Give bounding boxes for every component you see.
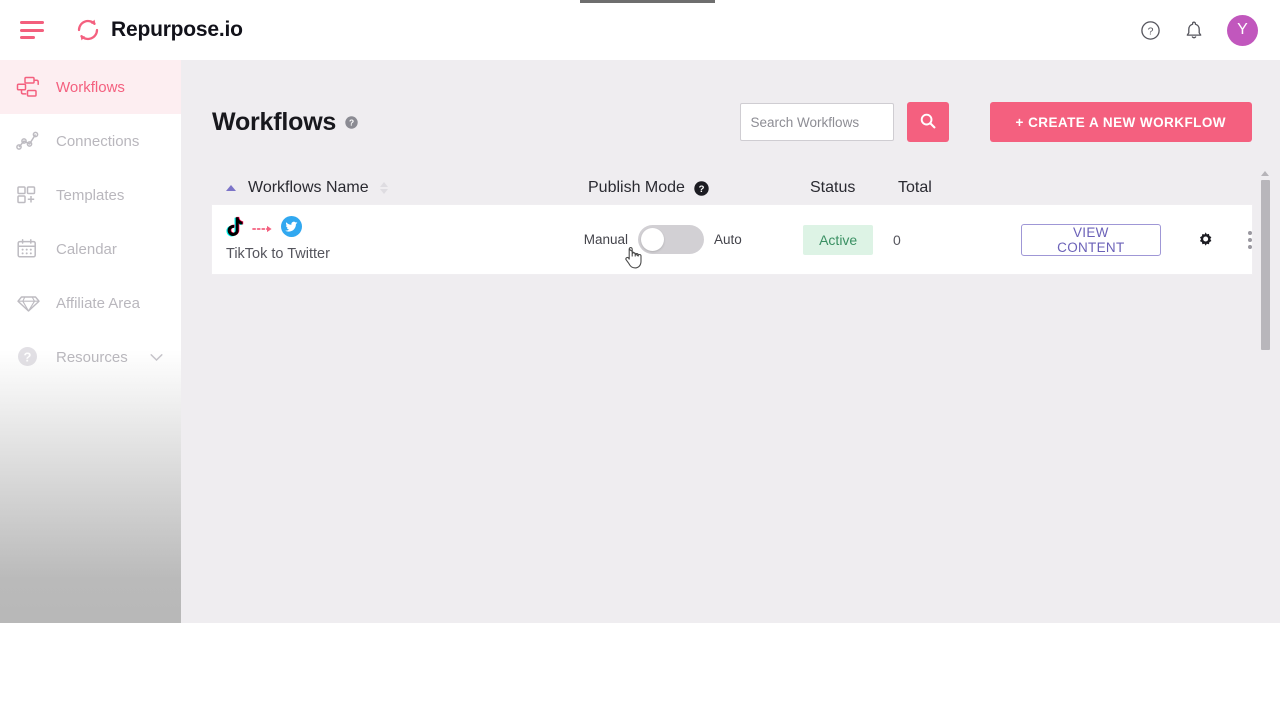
page-title: Workflows: [212, 107, 337, 136]
question-circle-icon: ?: [16, 344, 46, 370]
column-header-label: Workflows Name: [248, 179, 369, 196]
scrollbar-thumb[interactable]: [1260, 180, 1270, 350]
sidebar-item-label: Workflows: [56, 78, 125, 96]
sidebar-item-label: Resources: [56, 348, 128, 366]
scroll-up-arrow-icon[interactable]: [1261, 171, 1269, 176]
topbar-actions: ? Y: [1140, 14, 1258, 46]
top-bar: Repurpose.io ? Y: [0, 0, 1280, 60]
gear-icon[interactable]: [1197, 231, 1214, 248]
publish-mode-auto-label: Auto: [714, 232, 742, 247]
publish-mode-toggle[interactable]: [638, 225, 704, 254]
column-header-publish-mode[interactable]: Publish Mode ?: [588, 179, 810, 197]
sidebar-item-resources[interactable]: ? Resources: [0, 330, 181, 384]
workflows-icon: [16, 74, 46, 100]
workflow-platforms: [226, 216, 584, 243]
avatar-initial: Y: [1237, 21, 1248, 38]
svg-text:?: ?: [24, 349, 32, 364]
column-header-workflows-name[interactable]: Workflows Name: [212, 179, 588, 197]
help-circle-filled-icon[interactable]: ?: [694, 180, 709, 196]
view-content-button[interactable]: VIEW CONTENT: [1020, 223, 1161, 256]
column-header-label: Publish Mode: [588, 179, 685, 196]
diamond-icon: [16, 290, 46, 316]
sidebar-item-label: Templates: [56, 186, 125, 204]
tiktok-icon: [226, 216, 245, 243]
svg-text:?: ?: [699, 184, 705, 195]
workflows-table: Workflows Name Publish Mode ? Status Tot…: [181, 171, 1280, 350]
sidebar-item-label: Affiliate Area: [56, 294, 140, 312]
search-button[interactable]: [906, 102, 949, 142]
search-icon: [920, 113, 936, 132]
publish-mode-manual-label: Manual: [583, 232, 628, 247]
svg-text:?: ?: [1148, 25, 1154, 37]
help-circle-icon[interactable]: ?: [1140, 20, 1161, 41]
cell-total: 0: [893, 231, 901, 248]
status-badge: Active: [803, 224, 874, 255]
sidebar-item-affiliate-area[interactable]: Affiliate Area: [0, 276, 181, 330]
create-new-workflow-button[interactable]: + CREATE A NEW WORKFLOW: [989, 102, 1252, 142]
templates-icon: [16, 182, 46, 208]
sort-ascending-icon[interactable]: [226, 185, 236, 191]
kebab-menu-icon[interactable]: [1248, 230, 1252, 249]
dotted-arrow-icon: [252, 224, 274, 234]
page-header: Workflows ? + CREATE A NEW: [181, 60, 1280, 142]
repurpose-refresh-logo: [74, 16, 102, 44]
sidebar-item-label: Calendar: [56, 240, 117, 258]
calendar-icon: [16, 236, 46, 262]
cell-publish-mode: Manual Auto: [583, 225, 803, 269]
cell-status: Active: [803, 224, 890, 255]
brand-name: Repurpose.io: [111, 18, 243, 41]
column-header-status[interactable]: Status: [810, 179, 898, 197]
chevron-down-icon[interactable]: [150, 349, 163, 366]
search-input[interactable]: [739, 103, 894, 141]
twitter-icon: [281, 216, 302, 242]
app-window: Repurpose.io ? Y Workflows Connections T…: [0, 0, 1280, 623]
hamburger-icon[interactable]: [20, 21, 46, 39]
bell-icon[interactable]: [1184, 20, 1204, 41]
sidebar: Workflows Connections Templates Calendar…: [0, 60, 181, 623]
sidebar-item-connections[interactable]: Connections: [0, 114, 181, 168]
main-content: Workflows ? + CREATE A NEW: [181, 60, 1280, 623]
table-row[interactable]: TikTok to Twitter Manual Auto Active 0 V…: [212, 205, 1252, 274]
svg-text:?: ?: [349, 118, 354, 128]
column-header-total[interactable]: Total: [898, 179, 1018, 197]
top-progress-sliver: [580, 0, 715, 3]
workflow-name-label: TikTok to Twitter: [226, 246, 330, 262]
sidebar-item-templates[interactable]: Templates: [0, 168, 181, 222]
cell-actions: VIEW CONTENT: [1020, 223, 1252, 256]
sidebar-item-label: Connections: [56, 132, 140, 150]
mouse-cursor: [624, 247, 643, 276]
avatar[interactable]: Y: [1227, 14, 1258, 46]
sidebar-item-workflows[interactable]: Workflows: [0, 60, 181, 114]
cell-workflow-name: TikTok to Twitter: [212, 216, 584, 262]
help-circle-icon[interactable]: ?: [345, 116, 358, 134]
connections-icon: [16, 128, 46, 154]
toggle-knob: [641, 228, 664, 251]
table-scrollbar[interactable]: [1258, 171, 1272, 361]
sort-toggle-icon[interactable]: [379, 182, 388, 194]
sidebar-item-calendar[interactable]: Calendar: [0, 222, 181, 276]
header-actions: + CREATE A NEW WORKFLOW: [739, 102, 1252, 142]
table-header-row: Workflows Name Publish Mode ? Status Tot…: [212, 171, 1252, 205]
brand-logo-link[interactable]: Repurpose.io: [74, 16, 243, 44]
